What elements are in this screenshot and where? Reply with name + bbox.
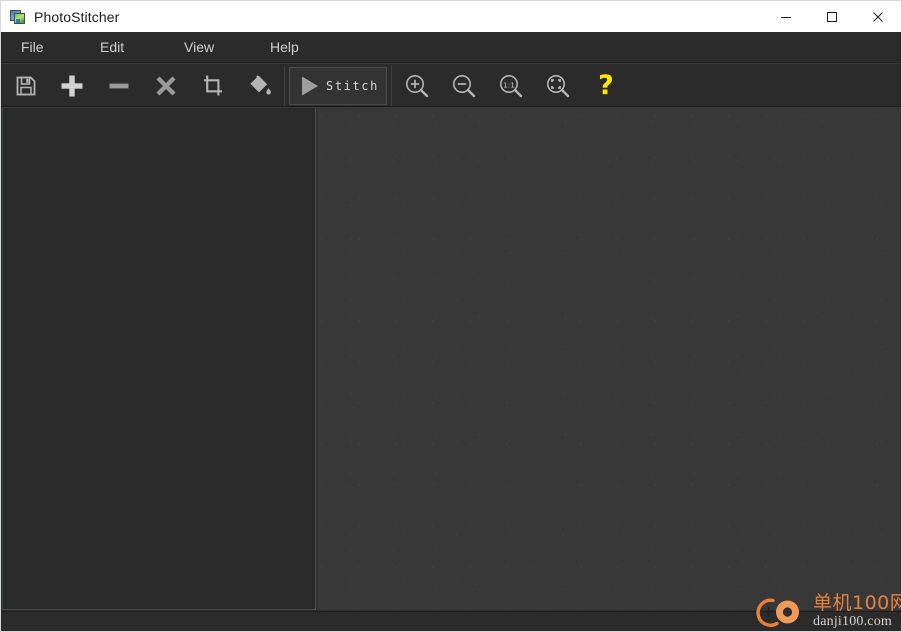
remove-image-button[interactable] [100, 64, 138, 107]
title-bar: PhotoStitcher [1, 1, 901, 32]
minus-icon [109, 83, 129, 88]
window-controls [763, 1, 901, 32]
toolbar-separator [391, 66, 392, 106]
stitch-label: Stitch [326, 79, 379, 93]
minimize-button[interactable] [763, 1, 809, 32]
photo-stack-icon [10, 9, 26, 25]
zoom-fit-icon [547, 74, 570, 97]
close-x-icon [156, 75, 176, 96]
work-area [1, 107, 901, 611]
minimize-icon [781, 16, 791, 18]
zoom-1-1-icon: 1:1 [500, 74, 523, 97]
zoom-out-icon [453, 74, 476, 97]
menu-bar: File Edit View Help [1, 32, 901, 63]
zoom-in-button[interactable] [399, 64, 435, 107]
fit-to-window-button[interactable] [540, 64, 576, 107]
stitch-canvas[interactable] [317, 107, 901, 610]
toolbar-separator [284, 66, 285, 106]
svg-text:1:1: 1:1 [503, 80, 515, 89]
menu-item-view[interactable]: View [174, 32, 224, 63]
clear-all-button[interactable] [147, 64, 185, 107]
crop-button[interactable] [194, 64, 232, 107]
status-bar [1, 611, 901, 631]
window-title: PhotoStitcher [34, 8, 120, 25]
add-images-button[interactable] [53, 64, 91, 107]
zoom-in-icon [406, 74, 429, 97]
fill-button[interactable] [241, 64, 279, 107]
crop-icon [204, 75, 222, 95]
maximize-button[interactable] [809, 1, 855, 32]
close-icon [873, 11, 883, 22]
question-mark-icon: ? [598, 70, 614, 101]
toolbar: Stitch 1:1 ? [1, 63, 901, 107]
maximize-icon [827, 11, 837, 22]
plus-icon [61, 75, 83, 96]
zoom-out-button[interactable] [446, 64, 482, 107]
menu-item-help[interactable]: Help [260, 32, 309, 63]
stitch-button[interactable]: Stitch [289, 67, 387, 105]
actual-size-button[interactable]: 1:1 [493, 64, 529, 107]
save-button[interactable] [7, 64, 45, 107]
save-icon [16, 76, 36, 95]
paint-bucket-icon [250, 75, 271, 95]
application-window: PhotoStitcher File Edit View Help Stitch… [0, 0, 902, 632]
thumbnail-list-panel[interactable] [2, 107, 316, 610]
menu-item-file[interactable]: File [11, 32, 54, 63]
close-button[interactable] [855, 1, 901, 32]
menu-item-edit[interactable]: Edit [90, 32, 134, 63]
play-triangle-icon [302, 76, 318, 96]
help-button[interactable]: ? [589, 64, 623, 107]
